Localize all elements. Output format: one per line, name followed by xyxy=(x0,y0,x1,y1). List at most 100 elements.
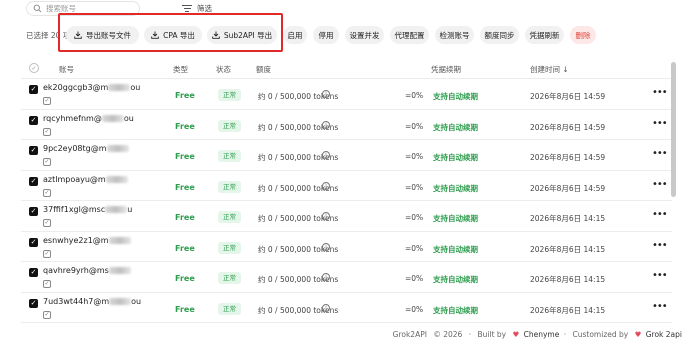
account-email-text: 9pc2ey08tg@m xyxy=(43,144,107,153)
proxy-config-button[interactable]: 代理配置 xyxy=(390,26,429,44)
info-icon[interactable]: i xyxy=(322,242,330,251)
info-icon[interactable]: i xyxy=(322,120,330,129)
info-icon[interactable]: i xyxy=(322,273,330,281)
status-badge: 正常 xyxy=(218,180,241,193)
account-type: Free xyxy=(175,121,195,131)
row-checkbox[interactable]: ✓ xyxy=(29,176,38,186)
account-email-suffix: u xyxy=(127,205,133,214)
row-checkbox[interactable]: ✓ xyxy=(29,146,38,155)
row-checkbox[interactable]: ✓ xyxy=(29,115,38,125)
action-toolbar: 已选择 20 项 导出账号文件 CPA 导出 Sub2API 导出 启用 停用 … xyxy=(0,24,690,46)
status-badge: 正常 xyxy=(218,89,241,101)
table-row[interactable]: ✓ aztlmpoayu@m ✓ Free 正常约 0 / 500,000 tokens… xyxy=(21,171,672,201)
more-actions-icon[interactable]: ••• xyxy=(652,209,668,220)
footer-built-by[interactable]: Chenyme xyxy=(524,330,560,339)
row-checkbox[interactable]: ✓ xyxy=(29,85,38,94)
cpa-export-button[interactable]: CPA 导出 xyxy=(144,26,202,44)
more-actions-icon[interactable]: ••• xyxy=(652,148,668,159)
account-type: Free xyxy=(175,304,195,314)
download-icon xyxy=(151,31,159,39)
refresh-credentials-button[interactable]: 凭据刷新 xyxy=(525,26,564,44)
header-renewal[interactable]: 凭据续期 xyxy=(431,64,461,75)
account-email[interactable]: aztlmpoayu@m xyxy=(43,175,128,184)
redaction-blur xyxy=(105,206,128,213)
more-actions-icon[interactable]: ••• xyxy=(652,179,668,190)
renewal-status: 支持自动续期 xyxy=(433,92,478,101)
row-checkbox[interactable]: ✓ xyxy=(29,298,38,308)
sub2api-export-label: Sub2API 导出 xyxy=(223,30,273,40)
table-row[interactable]: ✓ 37ffif1xgl@msc u ✓ Free 正常约 0 / 500,000 tok… xyxy=(21,201,672,232)
row-checkbox[interactable]: ✓ xyxy=(29,268,38,277)
info-icon[interactable]: i xyxy=(322,212,330,220)
search-placeholder: 搜索账号 xyxy=(46,4,76,13)
account-email[interactable]: ek20ggcgb3@m ou xyxy=(43,83,140,92)
footer-customized-by-label: Customized by xyxy=(572,330,629,339)
more-actions-icon[interactable]: ••• xyxy=(652,301,668,312)
cpa-export-label: CPA 导出 xyxy=(163,30,195,40)
account-email[interactable]: 37ffif1xgl@msc u xyxy=(43,205,132,214)
accounts-table: ✓ 账号 类型 状态 额度 凭据续期 创建时间 ↓ ✓ ek20ggcgb3@m o… xyxy=(21,59,672,323)
status-badge: 正常 xyxy=(218,272,241,284)
scrollbar[interactable] xyxy=(671,62,676,197)
account-email-suffix: ou xyxy=(130,83,141,92)
account-email[interactable]: 7ud3wt44h7@m ou xyxy=(43,297,141,306)
info-icon[interactable]: i xyxy=(322,303,330,312)
more-actions-icon[interactable]: ••• xyxy=(652,270,668,281)
created-time: 2026年8月6日 14:15 xyxy=(530,275,606,284)
status-badge: 正常 xyxy=(218,119,241,132)
more-actions-icon[interactable]: ••• xyxy=(652,118,668,129)
account-email[interactable]: qavhre9yrh@ms xyxy=(43,266,131,275)
account-email[interactable]: esnwhye2z1@m xyxy=(43,236,131,245)
info-icon[interactable]: i xyxy=(322,90,330,98)
renewal-status: 支持自动续期 xyxy=(433,183,478,193)
info-icon[interactable]: i xyxy=(322,181,330,190)
created-time: 2026年8月6日 14:59 xyxy=(530,183,606,193)
header-created[interactable]: 创建时间 ↓ xyxy=(530,64,569,75)
account-type: Free xyxy=(175,182,195,192)
table-row[interactable]: ✓ qavhre9yrh@ms ✓ Free 正常约 0 / 500,000 token… xyxy=(21,262,672,293)
more-actions-icon[interactable]: ••• xyxy=(652,240,668,251)
filter-button[interactable]: 筛选 xyxy=(182,1,212,16)
select-all-checkbox[interactable]: ✓ xyxy=(29,63,39,73)
account-type: Free xyxy=(175,274,195,283)
account-email-suffix: ou xyxy=(123,113,134,123)
header-quota[interactable]: 额度 xyxy=(256,64,271,75)
account-badge-icon: ✓ xyxy=(43,280,51,288)
proxy-config-label: 代理配置 xyxy=(394,30,425,40)
quota-percent: =0% xyxy=(405,121,424,131)
table-row[interactable]: ✓ esnwhye2z1@m ✓ Free 正常约 0 / 500,000 tokens… xyxy=(21,232,672,262)
quota-sync-button[interactable]: 额度同步 xyxy=(480,26,519,44)
account-badge-icon: ✓ xyxy=(43,127,51,136)
account-email[interactable]: 9pc2ey08tg@m xyxy=(43,144,129,153)
account-badge-icon: ✓ xyxy=(43,188,51,197)
table-row[interactable]: ✓ ek20ggcgb3@m ou ✓ Free 正常约 0 / 500,000 toke… xyxy=(21,79,672,110)
header-status[interactable]: 状态 xyxy=(216,64,231,75)
header-type[interactable]: 类型 xyxy=(173,64,188,75)
header-account[interactable]: 账号 xyxy=(59,64,74,75)
status-badge: 正常 xyxy=(218,211,241,223)
footer-customized-by[interactable]: Grok 2api xyxy=(646,330,682,339)
export-file-label: 导出账号文件 xyxy=(86,30,131,40)
row-checkbox[interactable]: ✓ xyxy=(29,207,38,216)
redaction-blur xyxy=(101,114,124,122)
table-row[interactable]: ✓ 9pc2ey08tg@m ✓ Free 正常约 0 / 500,000 tokens… xyxy=(21,140,672,171)
search-input[interactable]: 搜索账号 xyxy=(26,1,140,16)
disable-button[interactable]: 停用 xyxy=(313,26,339,44)
selected-count: 已选择 20 项 xyxy=(26,31,71,40)
download-icon xyxy=(74,31,82,39)
filter-icon xyxy=(182,5,192,12)
table-row[interactable]: ✓ 7ud3wt44h7@m ou ✓ Free 正常约 0 / 500,000 toke… xyxy=(21,293,672,323)
row-checkbox[interactable]: ✓ xyxy=(29,237,38,247)
export-file-button[interactable]: 导出账号文件 xyxy=(66,26,139,44)
account-email[interactable]: rqcyhmefnm@ ou xyxy=(43,114,134,123)
check-accounts-button[interactable]: 检测账号 xyxy=(435,26,474,44)
sub2api-export-button[interactable]: Sub2API 导出 xyxy=(207,26,277,44)
download-icon xyxy=(212,31,220,39)
delete-button[interactable]: 删除 xyxy=(570,26,596,44)
table-row[interactable]: ✓ rqcyhmefnm@ ou ✓ Free 正常约 0 / 500,000 token… xyxy=(21,110,672,140)
enable-button[interactable]: 启用 xyxy=(283,26,307,44)
more-actions-icon[interactable]: ••• xyxy=(652,87,668,98)
concurrency-button[interactable]: 设置并发 xyxy=(345,26,384,44)
top-bar: 搜索账号 筛选 xyxy=(0,0,690,18)
info-icon[interactable]: i xyxy=(322,151,330,159)
